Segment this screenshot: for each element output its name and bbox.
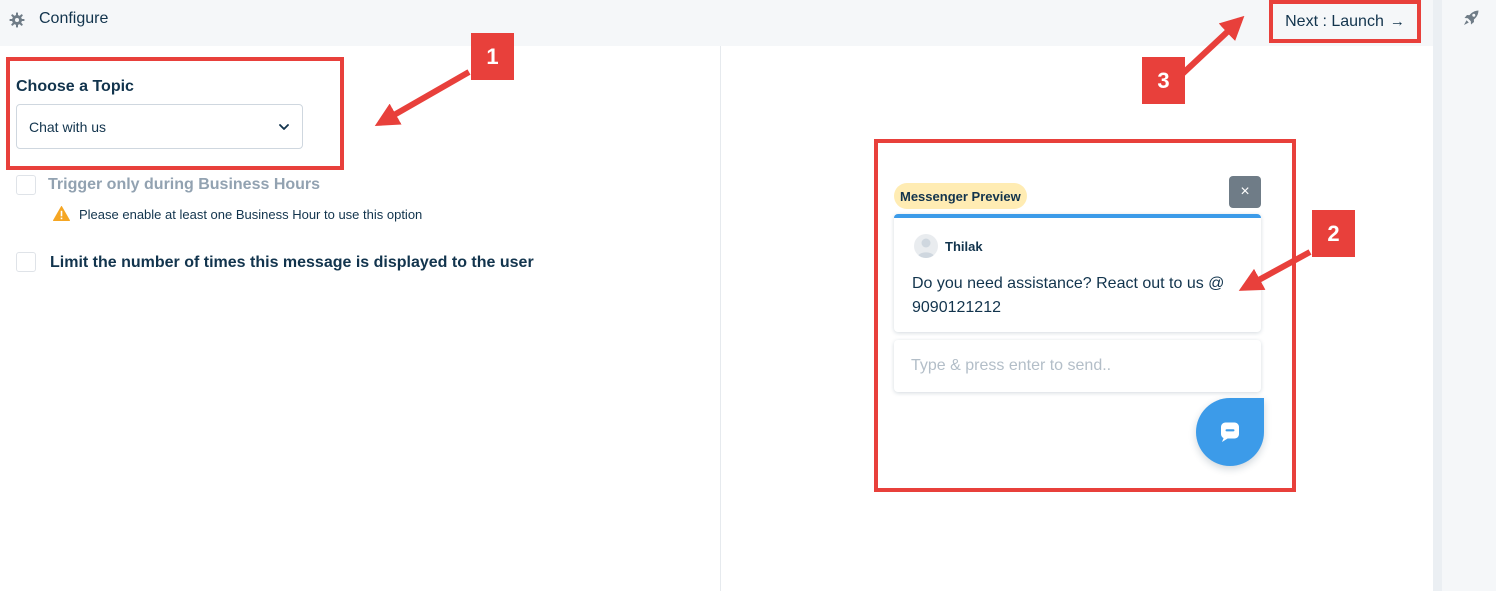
warning-icon xyxy=(53,206,70,221)
close-preview-button[interactable]: × xyxy=(1229,176,1261,208)
next-launch-button[interactable]: Next : Launch → xyxy=(1269,0,1421,43)
top-bar: Configure xyxy=(0,0,1433,46)
business-hours-checkbox[interactable] xyxy=(16,175,36,195)
callout-3: 3 xyxy=(1142,57,1185,104)
arrow-1 xyxy=(374,69,471,126)
page-title: Configure xyxy=(39,10,109,27)
user-icon xyxy=(917,238,935,258)
panel-divider xyxy=(720,46,721,591)
callout-2: 2 xyxy=(1312,210,1355,257)
topic-label: Choose a Topic xyxy=(16,78,134,95)
arrow-right-icon: → xyxy=(1389,13,1405,30)
business-hours-label: Trigger only during Business Hours xyxy=(48,176,321,193)
right-rail xyxy=(1442,0,1496,591)
limit-display-label: Limit the number of times this message i… xyxy=(50,254,534,271)
messenger-launcher-button[interactable] xyxy=(1196,398,1264,466)
topic-select[interactable]: Chat with us xyxy=(16,104,303,149)
app-root: Configure Next : Launch → Choose a Topic… xyxy=(0,0,1496,591)
scrollbar[interactable] xyxy=(1433,0,1442,591)
business-hours-warning: Please enable at least one Business Hour… xyxy=(79,207,423,222)
topic-selected-value: Chat with us xyxy=(29,118,107,135)
limit-display-checkbox[interactable] xyxy=(16,252,36,272)
chat-bubble-icon xyxy=(1221,422,1239,442)
next-launch-label: Next : Launch xyxy=(1285,12,1384,30)
rocket-icon[interactable] xyxy=(1462,9,1480,27)
gear-icon xyxy=(9,12,25,28)
reply-input[interactable] xyxy=(894,340,1261,392)
close-icon: × xyxy=(1240,183,1250,200)
chevron-down-icon xyxy=(279,124,289,130)
avatar xyxy=(914,234,938,258)
callout-1: 1 xyxy=(471,33,514,80)
sender-name: Thilak xyxy=(945,239,983,254)
message-text: Do you need assistance? React out to us … xyxy=(912,275,1225,316)
messenger-preview-badge: Messenger Preview xyxy=(894,183,1027,209)
